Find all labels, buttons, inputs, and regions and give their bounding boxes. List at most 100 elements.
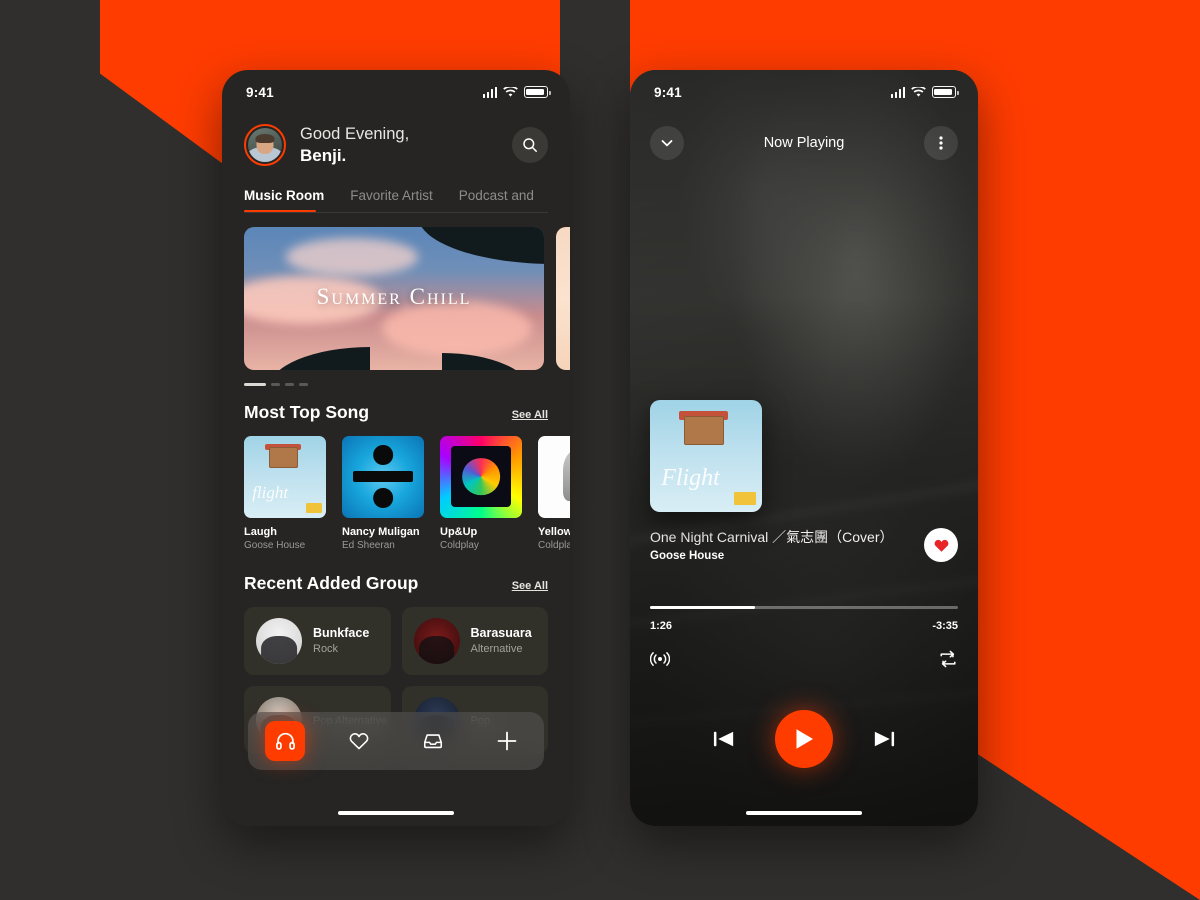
group-genre: Alternative: [470, 643, 523, 655]
section-header-top-songs: Most Top Song See All: [222, 386, 570, 423]
group-name: Barasuara: [470, 626, 532, 640]
song-artist: Goose House: [244, 539, 306, 551]
song-artist: Coldplay: [538, 539, 570, 551]
carousel-dot-1[interactable]: [244, 383, 266, 386]
section-title: Most Top Song: [244, 401, 370, 422]
song-title: Laugh: [244, 525, 277, 538]
album-art-flight[interactable]: Flight: [650, 400, 762, 512]
player-header: Now Playing: [630, 114, 978, 160]
group-genre: Rock: [313, 643, 339, 655]
search-button[interactable]: [512, 127, 548, 163]
greeting-row: Good Evening, Benji.: [222, 114, 570, 166]
album-art-yellow: [538, 435, 570, 518]
nav-item-add[interactable]: [487, 721, 527, 761]
status-time: 9:41: [246, 84, 274, 100]
track-artist: Goose House: [650, 550, 725, 562]
status-bar-player: 9:41: [630, 70, 978, 114]
search-icon: [522, 137, 538, 153]
heart-icon: [348, 730, 370, 752]
wifi-icon: [911, 86, 926, 98]
carousel-slide-next[interactable]: [556, 227, 570, 370]
carousel-dot-4[interactable]: [299, 383, 308, 386]
greeting-line-2: Benji.: [300, 146, 347, 165]
carousel-dot-3[interactable]: [285, 383, 294, 386]
avatar-image: [248, 128, 282, 162]
see-all-top-songs[interactable]: See All: [512, 409, 548, 421]
home-indicator: [338, 810, 454, 815]
more-options-button[interactable]: [924, 126, 958, 160]
bottom-navigation-bar: [248, 712, 544, 770]
featured-carousel[interactable]: Summer Chill: [222, 213, 570, 370]
player-extras-row: [650, 650, 958, 668]
song-card[interactable]: flight Laugh Goose House: [244, 435, 326, 551]
skip-previous-icon[interactable]: [712, 728, 737, 750]
section-title: Recent Added Group: [244, 572, 419, 593]
section-header-recent-groups: Recent Added Group See All: [222, 551, 570, 594]
phone-player-screen: 9:41 Now Playing Flight One Night Carniv…: [630, 70, 978, 826]
status-icons: [890, 86, 959, 98]
like-button[interactable]: [924, 528, 958, 562]
battery-icon: [932, 86, 959, 98]
song-title: Nancy Muligan: [342, 525, 420, 538]
plus-icon: [495, 729, 519, 753]
album-art-flight: flight: [244, 435, 326, 518]
album-art-upup: [440, 435, 522, 518]
song-artist: Coldplay: [440, 539, 479, 551]
chevron-down-icon: [659, 135, 675, 151]
status-icons: [482, 86, 551, 98]
carousel-pagination[interactable]: [222, 370, 570, 386]
track-title: One Night Carnival ／氣志團（Cover）: [650, 529, 894, 545]
heart-filled-icon: [933, 537, 950, 554]
nav-item-inbox[interactable]: [413, 721, 453, 761]
nav-item-favorites[interactable]: [339, 721, 379, 761]
play-button[interactable]: [775, 710, 833, 768]
airplay-cast-icon[interactable]: [650, 651, 670, 667]
song-title: Up&Up: [440, 525, 478, 538]
page-title: Now Playing: [763, 135, 845, 151]
group-avatar: [413, 617, 460, 664]
tab-favorite-artist[interactable]: Favorite Artist: [350, 188, 433, 212]
skip-next-icon[interactable]: [871, 728, 896, 750]
progress-time-row: 1:26 -3:35: [650, 620, 958, 632]
see-all-recent-groups[interactable]: See All: [512, 580, 548, 592]
playback-progress-block: 1:26 -3:35: [650, 606, 958, 668]
track-info-block: Flight One Night Carnival ／氣志團（Cover） Go…: [650, 400, 958, 562]
avatar[interactable]: [244, 124, 286, 166]
carousel-dot-2[interactable]: [271, 383, 280, 386]
song-artist: Ed Sheeran: [342, 539, 395, 551]
more-vertical-icon: [939, 135, 943, 151]
song-card[interactable]: Yellow Coldplay: [538, 435, 570, 551]
album-art-divide: [342, 435, 424, 518]
tab-podcast[interactable]: Podcast and: [459, 188, 534, 212]
progress-slider[interactable]: [650, 606, 958, 609]
group-name: Bunkface: [313, 626, 370, 640]
group-card[interactable]: Bunkface Rock: [244, 606, 391, 675]
track-title-row: One Night Carnival ／氣志團（Cover） Goose Hou…: [650, 528, 958, 562]
status-bar-home: 9:41: [222, 70, 570, 114]
carousel-slide-title: Summer Chill: [316, 283, 472, 309]
phone-home-screen: 9:41 Good Evening, Benji. Music Room Fav…: [222, 70, 570, 826]
nav-item-music[interactable]: [265, 721, 305, 761]
status-time: 9:41: [654, 84, 682, 100]
top-songs-list: flight Laugh Goose House Nancy Muligan E…: [222, 423, 570, 551]
group-avatar: [256, 617, 302, 664]
song-card[interactable]: Up&Up Coldplay: [440, 435, 522, 551]
greeting-text: Good Evening, Benji.: [300, 124, 409, 166]
playback-controls: [630, 710, 978, 768]
group-card[interactable]: Barasuara Alternative: [401, 606, 548, 675]
cellular-signal-icon: [890, 86, 905, 98]
carousel-slide-summer-chill[interactable]: Summer Chill: [244, 227, 544, 370]
progress-fill: [650, 606, 755, 609]
recent-groups-row: Bunkface Rock Barasuara Alternative: [222, 594, 570, 675]
home-indicator: [746, 810, 862, 815]
remaining-time: -3:35: [932, 620, 958, 632]
song-title: Yellow: [538, 525, 570, 538]
repeat-icon[interactable]: [938, 650, 958, 668]
page-background: [0, 0, 1200, 900]
wifi-icon: [503, 86, 518, 98]
inbox-icon: [422, 730, 444, 752]
tab-music-room[interactable]: Music Room: [244, 188, 324, 212]
song-card[interactable]: Nancy Muligan Ed Sheeran: [342, 435, 424, 551]
collapse-button[interactable]: [650, 126, 684, 160]
elapsed-time: 1:26: [650, 620, 673, 632]
